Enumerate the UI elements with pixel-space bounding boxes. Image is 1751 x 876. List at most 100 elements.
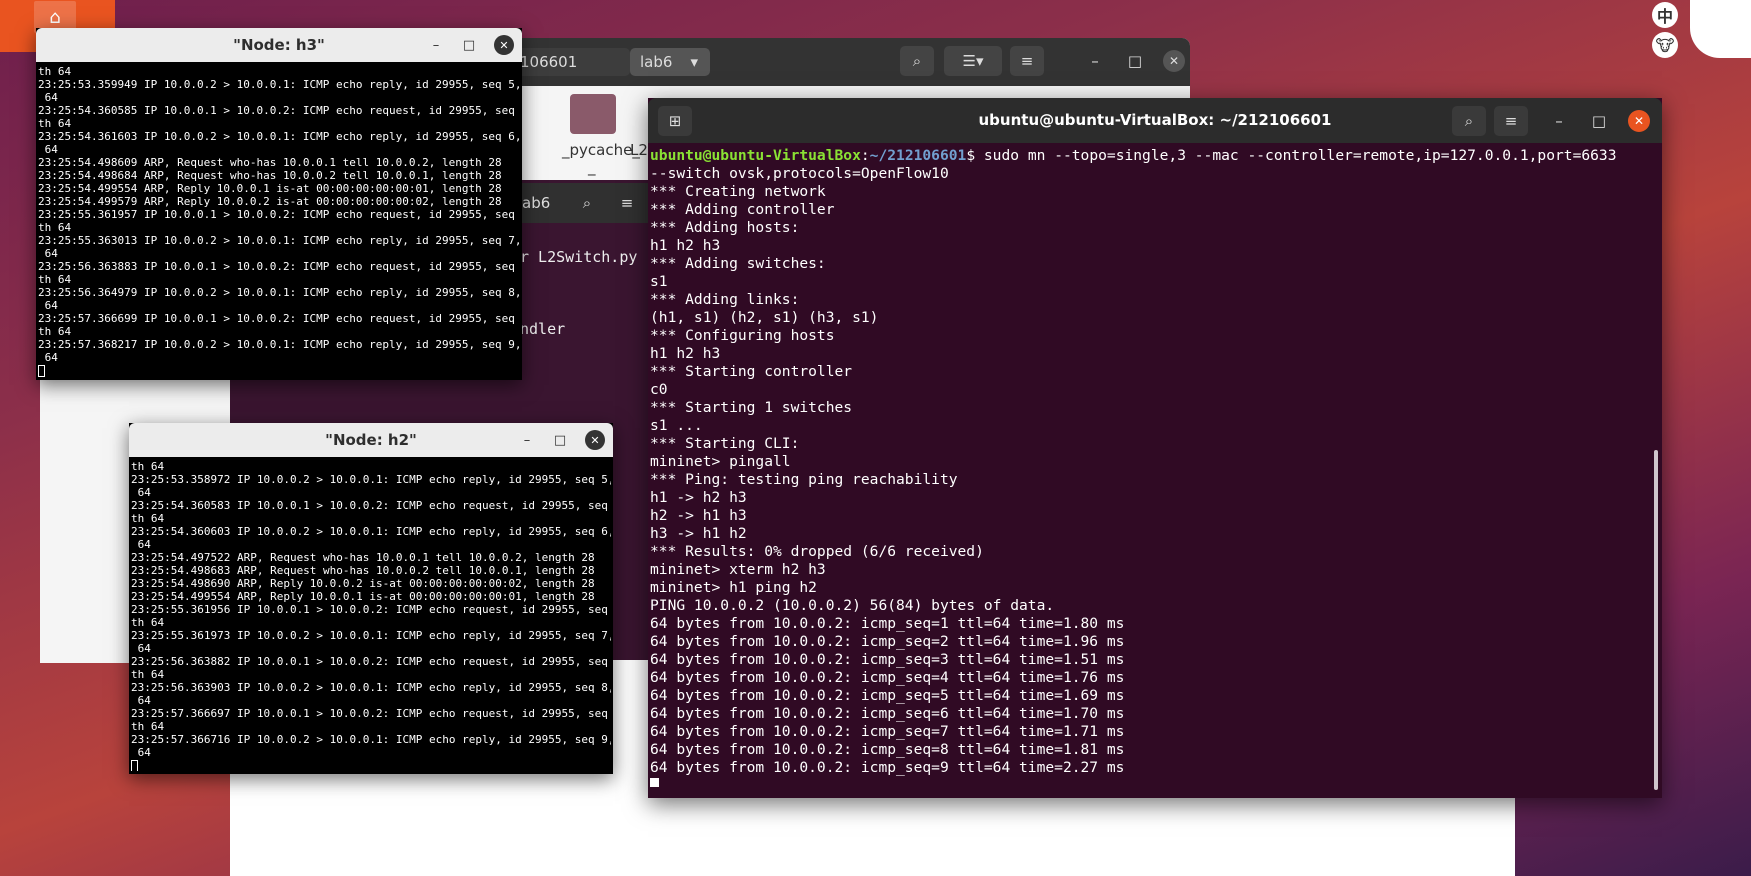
xterm-h3-output[interactable]: th 64 23:25:53.359949 IP 10.0.0.2 > 10.0.… <box>38 65 520 377</box>
editor-header: ab6 ⌕ ≡ <box>500 183 660 223</box>
close-icon[interactable]: ✕ <box>585 430 605 450</box>
search-icon[interactable]: ⌕ <box>1452 106 1486 136</box>
xterm-h2-title: "Node: h2" <box>325 431 417 449</box>
terminal-line: 64 bytes from 10.0.0.2: icmp_seq=9 ttl=6… <box>650 759 1125 776</box>
close-icon[interactable]: ✕ <box>494 35 514 55</box>
xterm-line: 23:25:54.499554 ARP, Reply 10.0.0.1 is-a… <box>38 182 502 195</box>
xterm-line: 23:25:56.363883 IP 10.0.0.1 > 10.0.0.2: … <box>38 260 520 273</box>
terminal-line: *** Creating network <box>650 183 826 200</box>
search-icon[interactable]: ⌕ <box>572 189 602 217</box>
xterm-line: 23:25:54.498683 ARP, Request who-has 10.… <box>131 564 595 577</box>
xterm-line: 64 <box>131 746 151 759</box>
xterm-line: 23:25:54.498609 ARP, Request who-has 10.… <box>38 156 502 169</box>
xterm-line: 23:25:55.361956 IP 10.0.0.1 > 10.0.0.2: … <box>131 603 611 616</box>
minimize-icon[interactable]: – <box>426 35 446 55</box>
xterm-line: 23:25:57.366699 IP 10.0.0.1 > 10.0.0.2: … <box>38 312 520 325</box>
xterm-line: th 64 <box>131 668 165 681</box>
xterm-line: 23:25:53.358972 IP 10.0.0.2 > 10.0.0.1: … <box>131 473 611 486</box>
close-icon[interactable]: ✕ <box>1628 110 1650 132</box>
terminal-line: h1 h2 h3 <box>650 237 721 254</box>
terminal-line: 64 bytes from 10.0.0.2: icmp_seq=5 ttl=6… <box>650 687 1125 704</box>
prompt-path: ~/212106601 <box>869 147 967 164</box>
xterm-h2-window[interactable]: "Node: h2" – □ ✕ th 64 23:25:53.358972 IP… <box>129 423 613 774</box>
xterm-line: 64 <box>131 694 151 707</box>
minimize-icon[interactable]: – <box>517 430 537 450</box>
xterm-line: 64 <box>38 247 58 260</box>
view-list-icon[interactable]: ☰▾ <box>944 46 1002 76</box>
input-method-icon[interactable]: 中 <box>1652 2 1678 28</box>
xterm-line: th 64 <box>131 720 165 733</box>
xterm-line: 64 <box>38 299 58 312</box>
minimize-icon[interactable]: – <box>1548 110 1570 132</box>
tray-app-icon[interactable]: 🐮 <box>1652 32 1678 58</box>
terminal-window[interactable]: ubuntu@ubuntu-VirtualBox: ~/212106601 ⊞ … <box>648 98 1662 798</box>
cursor-block <box>38 365 45 377</box>
xterm-h2-output[interactable]: th 64 23:25:53.358972 IP 10.0.0.2 > 10.0.… <box>131 460 611 771</box>
xterm-h2-header: "Node: h2" – □ ✕ <box>129 423 613 457</box>
terminal-line: 64 bytes from 10.0.0.2: icmp_seq=4 ttl=6… <box>650 669 1125 686</box>
terminal-line: *** Starting 1 switches <box>650 399 853 416</box>
close-icon[interactable]: ✕ <box>1163 50 1185 72</box>
terminal-line: *** Adding links: <box>650 291 800 308</box>
xterm-line: 23:25:55.363013 IP 10.0.0.2 > 10.0.0.1: … <box>38 234 520 247</box>
xterm-line: th 64 <box>38 325 72 338</box>
editor-tab-label[interactable]: ab6 <box>522 194 550 212</box>
xterm-line: 23:25:55.361973 IP 10.0.0.2 > 10.0.0.1: … <box>131 629 611 642</box>
editor-line: r L2Switch.py <box>520 248 638 266</box>
maximize-icon[interactable]: □ <box>1124 50 1146 72</box>
xterm-line: 64 <box>131 486 151 499</box>
new-tab-icon[interactable]: ⊞ <box>658 106 692 136</box>
xterm-line: 64 <box>131 538 151 551</box>
xterm-line: 23:25:54.497522 ARP, Request who-has 10.… <box>131 551 595 564</box>
terminal-line: *** Adding controller <box>650 201 835 218</box>
terminal-line: mininet> xterm h2 h3 <box>650 561 826 578</box>
xterm-line: 23:25:55.361957 IP 10.0.0.1 > 10.0.0.2: … <box>38 208 520 221</box>
terminal-line: *** Configuring hosts <box>650 327 835 344</box>
terminal-line: *** Results: 0% dropped (6/6 received) <box>650 543 984 560</box>
terminal-line: PING 10.0.0.2 (10.0.0.2) 56(84) bytes of… <box>650 597 1055 614</box>
terminal-line: s1 <box>650 273 668 290</box>
terminal-line: h2 -> h1 h3 <box>650 507 747 524</box>
xterm-line: 23:25:54.498690 ARP, Reply 10.0.0.2 is-a… <box>131 577 595 590</box>
menu-icon[interactable]: ≡ <box>612 189 642 217</box>
maximize-icon[interactable]: □ <box>550 430 570 450</box>
terminal-line: h3 -> h1 h2 <box>650 525 747 542</box>
xterm-line: th 64 <box>38 65 72 78</box>
mascot-image <box>1690 0 1751 58</box>
xterm-line: 64 <box>131 642 151 655</box>
xterm-h3-window[interactable]: "Node: h3" – □ ✕ th 64 23:25:53.359949 IP… <box>36 28 522 380</box>
xterm-line: 23:25:56.364979 IP 10.0.0.2 > 10.0.0.1: … <box>38 286 520 299</box>
xterm-line: 64 <box>38 351 58 364</box>
breadcrumb-parent[interactable]: 106601 <box>510 48 630 76</box>
terminal-line: 64 bytes from 10.0.0.2: icmp_seq=3 ttl=6… <box>650 651 1125 668</box>
xterm-line: th 64 <box>131 460 165 473</box>
xterm-line: th 64 <box>38 221 72 234</box>
xterm-line: 23:25:54.360603 IP 10.0.0.2 > 10.0.0.1: … <box>131 525 611 538</box>
xterm-line: 23:25:53.359949 IP 10.0.0.2 > 10.0.0.1: … <box>38 78 520 91</box>
scrollbar[interactable] <box>1654 450 1658 790</box>
xterm-line: th 64 <box>38 273 72 286</box>
xterm-line: 23:25:57.368217 IP 10.0.0.2 > 10.0.0.1: … <box>38 338 520 351</box>
xterm-line: 23:25:54.361603 IP 10.0.0.2 > 10.0.0.1: … <box>38 130 520 143</box>
terminal-output[interactable]: ubuntu@ubuntu-VirtualBox:~/212106601$ su… <box>650 147 1640 787</box>
terminal-line: 64 bytes from 10.0.0.2: icmp_seq=2 ttl=6… <box>650 633 1125 650</box>
terminal-line: *** Adding hosts: <box>650 219 800 236</box>
xterm-line: 23:25:56.363903 IP 10.0.0.2 > 10.0.0.1: … <box>131 681 611 694</box>
terminal-line: 64 bytes from 10.0.0.2: icmp_seq=1 ttl=6… <box>650 615 1125 632</box>
cursor-block <box>650 778 659 787</box>
menu-icon[interactable]: ≡ <box>1010 46 1044 76</box>
folder-icon[interactable] <box>570 94 616 134</box>
xterm-line: 64 <box>38 143 58 156</box>
search-icon[interactable]: ⌕ <box>900 46 934 76</box>
minimize-icon[interactable]: – <box>1084 50 1106 72</box>
xterm-line: 23:25:57.366716 IP 10.0.0.2 > 10.0.0.1: … <box>131 733 611 746</box>
cursor <box>131 759 611 771</box>
cursor-block <box>131 760 138 771</box>
xterm-line: 23:25:54.360583 IP 10.0.0.1 > 10.0.0.2: … <box>131 499 611 512</box>
breadcrumb-current[interactable]: lab6 ▾ <box>630 48 710 76</box>
terminal-header: ubuntu@ubuntu-VirtualBox: ~/212106601 ⊞ … <box>648 98 1662 143</box>
maximize-icon[interactable]: □ <box>1588 110 1610 132</box>
maximize-icon[interactable]: □ <box>459 35 479 55</box>
menu-icon[interactable]: ≡ <box>1494 106 1528 136</box>
terminal-line: h1 h2 h3 <box>650 345 721 362</box>
